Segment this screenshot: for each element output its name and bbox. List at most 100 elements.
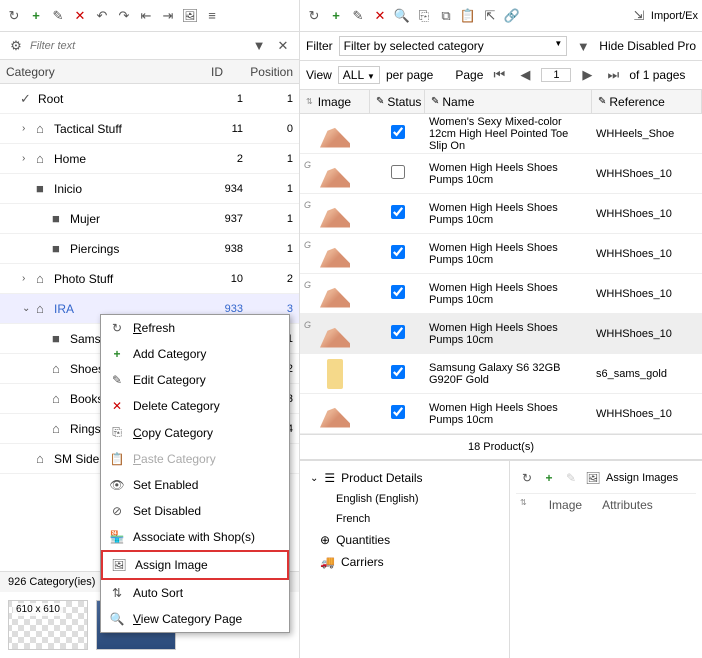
- import-export-label[interactable]: Import/Ex: [651, 10, 698, 22]
- image-icon[interactable]: 🖼: [584, 469, 602, 487]
- chevron-icon[interactable]: ›: [22, 123, 36, 134]
- hide-disabled-label[interactable]: Hide Disabled Pro: [599, 39, 696, 53]
- lang-french[interactable]: French: [306, 509, 503, 529]
- edit-icon[interactable]: ✎: [562, 469, 580, 487]
- delete-icon[interactable]: ✕: [370, 6, 390, 26]
- filter-select[interactable]: Filter by selected category ▼: [339, 36, 568, 56]
- edit-icon[interactable]: ✎: [348, 6, 368, 26]
- attr-image-col[interactable]: Image: [549, 498, 582, 512]
- refresh-icon[interactable]: ↻: [4, 6, 24, 26]
- chevron-icon[interactable]: ⌄: [22, 303, 36, 314]
- paste-icon[interactable]: 📋: [458, 6, 478, 26]
- delete-icon[interactable]: ✕: [70, 6, 90, 26]
- ctx-view-category-page[interactable]: 🔍View Category Page: [101, 606, 289, 632]
- add-icon[interactable]: +: [540, 469, 558, 487]
- ctx-icon: ✕: [109, 399, 125, 413]
- ctx-copy-category[interactable]: ⎘Copy Category: [101, 419, 289, 446]
- col-reference[interactable]: Reference: [609, 95, 664, 109]
- folder-icon: ⌂: [52, 421, 70, 436]
- lang-english[interactable]: English (English): [306, 489, 503, 509]
- col-name[interactable]: Name: [442, 95, 474, 109]
- product-row[interactable]: G Women High Heels Shoes Pumps 10cm WHHS…: [300, 154, 702, 194]
- ctx-edit-category[interactable]: ✎Edit Category: [101, 367, 289, 393]
- tree-id: 934: [193, 183, 243, 195]
- filter-input[interactable]: [30, 40, 245, 52]
- gear-icon[interactable]: ⚙: [6, 36, 26, 56]
- carriers-item[interactable]: Carriers: [341, 555, 384, 569]
- product-row[interactable]: Samsung Galaxy S6 32GB G920F Gold s6_sam…: [300, 354, 702, 394]
- link-icon[interactable]: 🔗: [502, 6, 522, 26]
- add-icon[interactable]: +: [26, 6, 46, 26]
- product-list[interactable]: Women's Sexy Mixed-color 12cm High Heel …: [300, 114, 702, 434]
- status-checkbox[interactable]: [391, 125, 405, 139]
- status-checkbox[interactable]: [391, 245, 405, 259]
- search-icon[interactable]: 🔍: [392, 6, 412, 26]
- product-row[interactable]: G Women High Heels Shoes Pumps 10cm WHHS…: [300, 274, 702, 314]
- status-checkbox[interactable]: [391, 365, 405, 379]
- undo-icon[interactable]: ↶: [92, 6, 112, 26]
- last-page-icon[interactable]: ⏭: [603, 65, 623, 85]
- ctx-add-category[interactable]: +Add Category: [101, 341, 289, 367]
- outdent-icon[interactable]: ⇥: [158, 6, 178, 26]
- ctx-set-disabled[interactable]: ⊘Set Disabled: [101, 498, 289, 524]
- ctx-assign-image[interactable]: 🖼Assign Image: [101, 550, 289, 580]
- first-page-icon[interactable]: ⏮: [489, 65, 509, 85]
- product-row[interactable]: Women's Sexy Mixed-color 12cm High Heel …: [300, 114, 702, 154]
- col-image[interactable]: Image: [318, 95, 351, 109]
- tree-row[interactable]: › ⌂ Tactical Stuff 11 0: [0, 114, 299, 144]
- product-name: Women's Sexy Mixed-color 12cm High Heel …: [425, 116, 592, 152]
- tree-row[interactable]: ■ Inicio 934 1: [0, 174, 299, 204]
- redo-icon[interactable]: ↷: [114, 6, 134, 26]
- thumbnail[interactable]: 610 x 610: [8, 600, 88, 650]
- product-row[interactable]: G Women High Heels Shoes Pumps 10cm WHHS…: [300, 194, 702, 234]
- clear-filter-icon[interactable]: ✕: [273, 36, 293, 56]
- col-position[interactable]: Position: [223, 65, 293, 79]
- edit-icon[interactable]: ✎: [48, 6, 68, 26]
- tree-row[interactable]: › ⌂ Home 2 1: [0, 144, 299, 174]
- tree-id: 933: [193, 303, 243, 315]
- attr-attributes-col[interactable]: Attributes: [602, 498, 653, 512]
- product-details-title[interactable]: Product Details: [341, 471, 422, 485]
- refresh-icon[interactable]: ↻: [304, 6, 324, 26]
- indent-icon[interactable]: ⇤: [136, 6, 156, 26]
- next-page-icon[interactable]: ▶: [577, 65, 597, 85]
- page-input[interactable]: [541, 68, 571, 82]
- assign-images-label[interactable]: Assign Images: [606, 472, 678, 484]
- tree-row[interactable]: ■ Piercings 938 1: [0, 234, 299, 264]
- view-all-select[interactable]: ALL ▼: [338, 66, 380, 84]
- image-icon[interactable]: 🖼: [180, 6, 200, 26]
- copy-icon[interactable]: ⎘: [414, 6, 434, 26]
- prev-page-icon[interactable]: ◀: [515, 65, 535, 85]
- chevron-icon[interactable]: ›: [22, 153, 36, 164]
- col-id[interactable]: ID: [173, 65, 223, 79]
- status-checkbox[interactable]: [391, 205, 405, 219]
- import-icon[interactable]: ⇲: [629, 6, 649, 26]
- clone-icon[interactable]: ⧉: [436, 6, 456, 26]
- tree-row[interactable]: ■ Mujer 937 1: [0, 204, 299, 234]
- col-category[interactable]: Category: [6, 65, 173, 79]
- status-checkbox[interactable]: [391, 325, 405, 339]
- ctx-refresh[interactable]: ↻Refresh: [101, 315, 289, 341]
- tree-row[interactable]: › ⌂ Photo Stuff 10 2: [0, 264, 299, 294]
- funnel-icon[interactable]: ▼: [249, 36, 269, 56]
- ctx-associate-with-shop-s-[interactable]: 🏪Associate with Shop(s): [101, 524, 289, 550]
- ctx-set-enabled[interactable]: 👁Set Enabled: [101, 472, 289, 498]
- collapse-icon[interactable]: ⌄: [310, 473, 318, 484]
- ctx-auto-sort[interactable]: ⇅Auto Sort: [101, 580, 289, 606]
- filter-clear-icon[interactable]: ▼: [573, 36, 593, 56]
- product-row[interactable]: G Women High Heels Shoes Pumps 10cm WHHS…: [300, 314, 702, 354]
- quantities-item[interactable]: Quantities: [336, 533, 390, 547]
- list-icon[interactable]: ≡: [202, 6, 222, 26]
- tree-row[interactable]: ✓ Root 1 1: [0, 84, 299, 114]
- chevron-icon[interactable]: ›: [22, 273, 36, 284]
- status-checkbox[interactable]: [391, 405, 405, 419]
- product-row[interactable]: Women High Heels Shoes Pumps 10cm WHHSho…: [300, 394, 702, 434]
- status-checkbox[interactable]: [391, 285, 405, 299]
- refresh-icon[interactable]: ↻: [518, 469, 536, 487]
- add-icon[interactable]: +: [326, 6, 346, 26]
- product-row[interactable]: G Women High Heels Shoes Pumps 10cm WHHS…: [300, 234, 702, 274]
- export-icon[interactable]: ⇱: [480, 6, 500, 26]
- col-status[interactable]: Status: [387, 95, 421, 109]
- status-checkbox[interactable]: [391, 165, 405, 179]
- ctx-delete-category[interactable]: ✕Delete Category: [101, 393, 289, 419]
